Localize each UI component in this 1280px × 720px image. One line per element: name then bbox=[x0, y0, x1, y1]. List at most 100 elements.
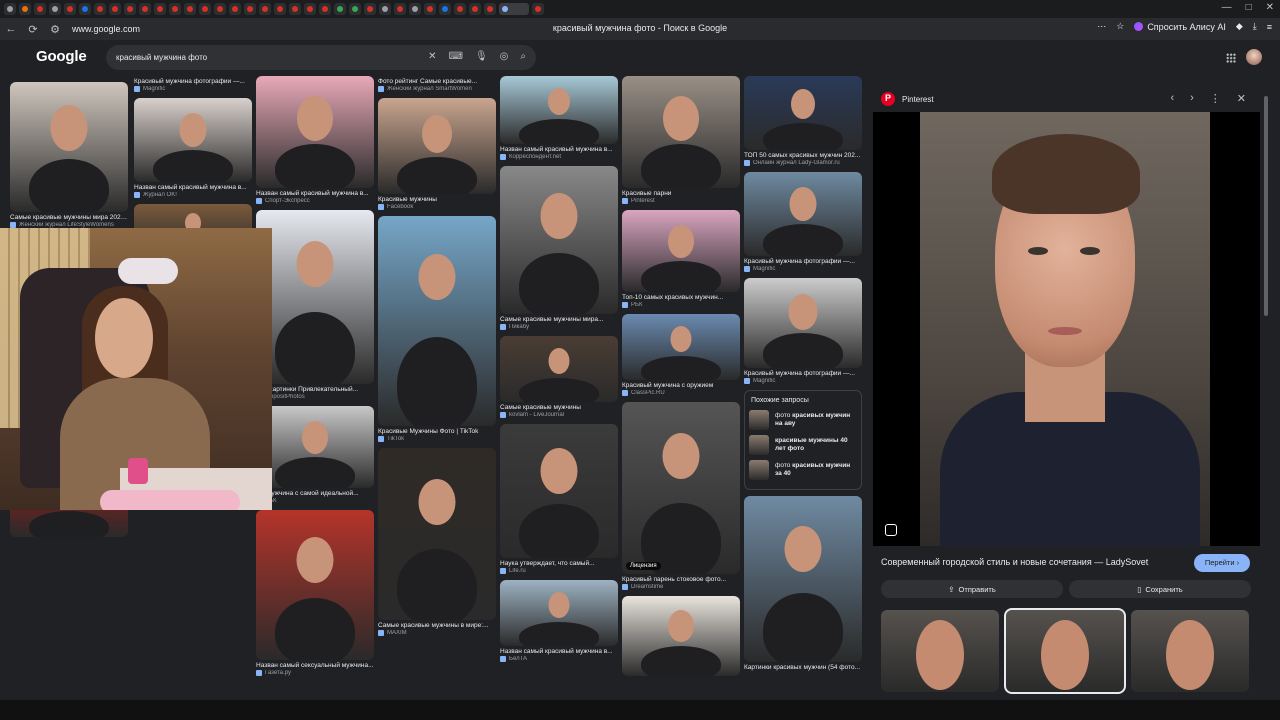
image-caption[interactable]: Назван самый красивый мужчина в... bbox=[500, 648, 618, 655]
image-result[interactable]: Красивый мужчина фотографии —... Magnific bbox=[744, 172, 862, 272]
tab[interactable] bbox=[214, 3, 226, 15]
image-thumbnail[interactable] bbox=[256, 76, 374, 188]
tab[interactable] bbox=[199, 3, 211, 15]
menu-icon[interactable]: ≡ bbox=[1267, 22, 1272, 32]
image-caption[interactable]: Самые красивые мужчины мира... bbox=[500, 316, 618, 323]
tab[interactable] bbox=[379, 3, 391, 15]
search-icon[interactable]: ⌕ bbox=[520, 51, 526, 62]
tab[interactable] bbox=[19, 3, 31, 15]
image-source[interactable]: РБК bbox=[622, 302, 740, 308]
image-thumbnail[interactable] bbox=[622, 596, 740, 676]
image-caption[interactable]: Наука утверждает, что самый... bbox=[500, 560, 618, 567]
tab[interactable] bbox=[79, 3, 91, 15]
preview-source[interactable]: Pinterest bbox=[902, 95, 934, 104]
maximize-icon[interactable]: □ bbox=[1246, 2, 1252, 13]
image-caption[interactable]: Самые красивые мужчины bbox=[500, 404, 618, 411]
image-thumbnail[interactable] bbox=[10, 82, 128, 212]
image-result[interactable]: Похожие запросы фото красивых мужчин на а… bbox=[744, 390, 862, 490]
tab[interactable] bbox=[319, 3, 331, 15]
minimize-icon[interactable]: — bbox=[1222, 2, 1232, 13]
tab[interactable] bbox=[469, 3, 481, 15]
prev-icon[interactable]: ‹ bbox=[1170, 92, 1174, 105]
image-thumbnail[interactable] bbox=[500, 580, 618, 646]
related-search-item[interactable]: фото красивых мужчин за 40 bbox=[749, 460, 857, 480]
image-result[interactable]: Красивые Мужчины Фото | TikTok TikTok bbox=[378, 216, 496, 442]
search-box[interactable]: ✕ ⌨ 🎙 ◎ ⌕ bbox=[106, 45, 536, 70]
image-result[interactable]: Лицензия Красивый парень стоковое фото...… bbox=[622, 402, 740, 590]
image-result[interactable]: Самые красивые мужчины kovlam - LiveJourn… bbox=[500, 336, 618, 418]
image-caption[interactable]: ...ть картинки Привлекательный... bbox=[256, 386, 374, 393]
image-thumbnail[interactable] bbox=[134, 98, 252, 182]
image-source[interactable]: Magnific bbox=[744, 266, 862, 272]
more-vert-icon[interactable]: ⋮ bbox=[1210, 92, 1221, 105]
image-caption[interactable]: ТОП 50 самых красивых мужчин 202... bbox=[744, 152, 862, 159]
back-icon[interactable]: ← bbox=[0, 23, 22, 35]
site-info-icon[interactable]: ⚙ bbox=[44, 23, 66, 36]
image-thumbnail[interactable] bbox=[256, 210, 374, 384]
image-result[interactable]: ...ть картинки Привлекательный... ...epos… bbox=[256, 210, 374, 400]
tab[interactable] bbox=[94, 3, 106, 15]
image-source[interactable]: Pinterest bbox=[622, 198, 740, 204]
google-logo[interactable]: Google bbox=[36, 48, 87, 65]
image-caption[interactable]: Красивые Мужчины Фото | TikTok bbox=[378, 428, 496, 435]
search-input[interactable] bbox=[116, 53, 416, 62]
bookmark-icon[interactable]: ☆ bbox=[1116, 21, 1124, 32]
image-result[interactable]: Самые красивые мужчины в мире:... MAXIM bbox=[378, 448, 496, 636]
image-result[interactable]: Топ-10 самых красивых мужчин... РБК bbox=[622, 210, 740, 308]
related-image[interactable] bbox=[1131, 610, 1249, 692]
keyboard-icon[interactable]: ⌨ bbox=[449, 51, 463, 62]
image-caption[interactable]: Картинки красивых мужчин (54 фото... bbox=[744, 664, 862, 671]
image-caption[interactable]: Назван самый красивый мужчина в... bbox=[256, 190, 374, 197]
related-search-item[interactable]: фото красивых мужчин на аву bbox=[749, 410, 857, 430]
image-result[interactable]: Самые красивые мужчины мира... Пикабу bbox=[500, 166, 618, 330]
tab[interactable] bbox=[289, 3, 301, 15]
image-result[interactable]: Фото рейтинг Самые красивые... Женский жу… bbox=[378, 76, 496, 92]
image-source[interactable]: MAXIM bbox=[378, 630, 496, 636]
image-source[interactable]: kovlam - LiveJournal bbox=[500, 412, 618, 418]
image-result[interactable]: Красивый мужчина с оружием ClassPic.RU bbox=[622, 314, 740, 396]
tab[interactable] bbox=[34, 3, 46, 15]
image-source[interactable]: Magnific bbox=[134, 86, 252, 92]
tab[interactable] bbox=[64, 3, 76, 15]
tab[interactable] bbox=[364, 3, 376, 15]
tab[interactable] bbox=[109, 3, 121, 15]
image-thumbnail[interactable] bbox=[622, 314, 740, 380]
lens-icon[interactable]: ◎ bbox=[500, 51, 509, 62]
tab[interactable] bbox=[484, 3, 496, 15]
image-thumbnail[interactable] bbox=[500, 76, 618, 144]
image-source[interactable]: Facebook bbox=[378, 204, 496, 210]
image-caption[interactable]: Красивые парни bbox=[622, 190, 740, 197]
image-source[interactable]: Magnific bbox=[744, 378, 862, 384]
visit-button[interactable]: Перейти › bbox=[1194, 554, 1250, 572]
close-icon[interactable]: ✕ bbox=[1266, 2, 1274, 13]
tab[interactable] bbox=[154, 3, 166, 15]
tab[interactable] bbox=[4, 3, 16, 15]
image-source[interactable]: Газета.ру bbox=[256, 670, 374, 676]
alice-button[interactable]: Спросить Алису AI bbox=[1134, 22, 1226, 32]
microphone-icon[interactable]: 🎙 bbox=[475, 51, 488, 62]
tab[interactable] bbox=[124, 3, 136, 15]
image-caption[interactable]: Красивый мужчина фотографии —... bbox=[744, 370, 862, 377]
image-source[interactable]: Женский журнал SmartWomen bbox=[378, 86, 496, 92]
tab[interactable] bbox=[439, 3, 451, 15]
related-image[interactable] bbox=[881, 610, 999, 692]
image-caption[interactable]: Самые красивые мужчины мира 2022... bbox=[10, 214, 128, 221]
image-thumbnail[interactable] bbox=[256, 406, 374, 488]
avatar[interactable] bbox=[1246, 49, 1262, 65]
image-result[interactable]: ТОП 50 самых красивых мужчин 202... Онлай… bbox=[744, 76, 862, 166]
clear-icon[interactable]: ✕ bbox=[428, 51, 436, 62]
page-scrollbar[interactable] bbox=[1264, 96, 1268, 316]
url-text[interactable]: www.google.com bbox=[72, 24, 140, 34]
image-source[interactable]: БелТА bbox=[500, 656, 618, 662]
image-source[interactable]: Журнал OK! bbox=[134, 192, 252, 198]
more-icon[interactable]: ⋯ bbox=[1097, 21, 1106, 32]
image-thumbnail[interactable] bbox=[500, 336, 618, 402]
image-caption[interactable]: Назван самый сексуальный мужчина... bbox=[256, 662, 374, 669]
preview-title[interactable]: Современный городской стиль и новые соче… bbox=[881, 557, 1148, 567]
download-icon[interactable]: ⤓ bbox=[1253, 21, 1257, 32]
image-thumbnail[interactable] bbox=[378, 98, 496, 194]
image-thumbnail[interactable] bbox=[500, 424, 618, 558]
image-thumbnail[interactable] bbox=[744, 172, 862, 256]
image-result[interactable]: Назван самый красивый мужчина в... Спорт-… bbox=[256, 76, 374, 204]
reload-icon[interactable]: ⟳ bbox=[22, 23, 44, 36]
